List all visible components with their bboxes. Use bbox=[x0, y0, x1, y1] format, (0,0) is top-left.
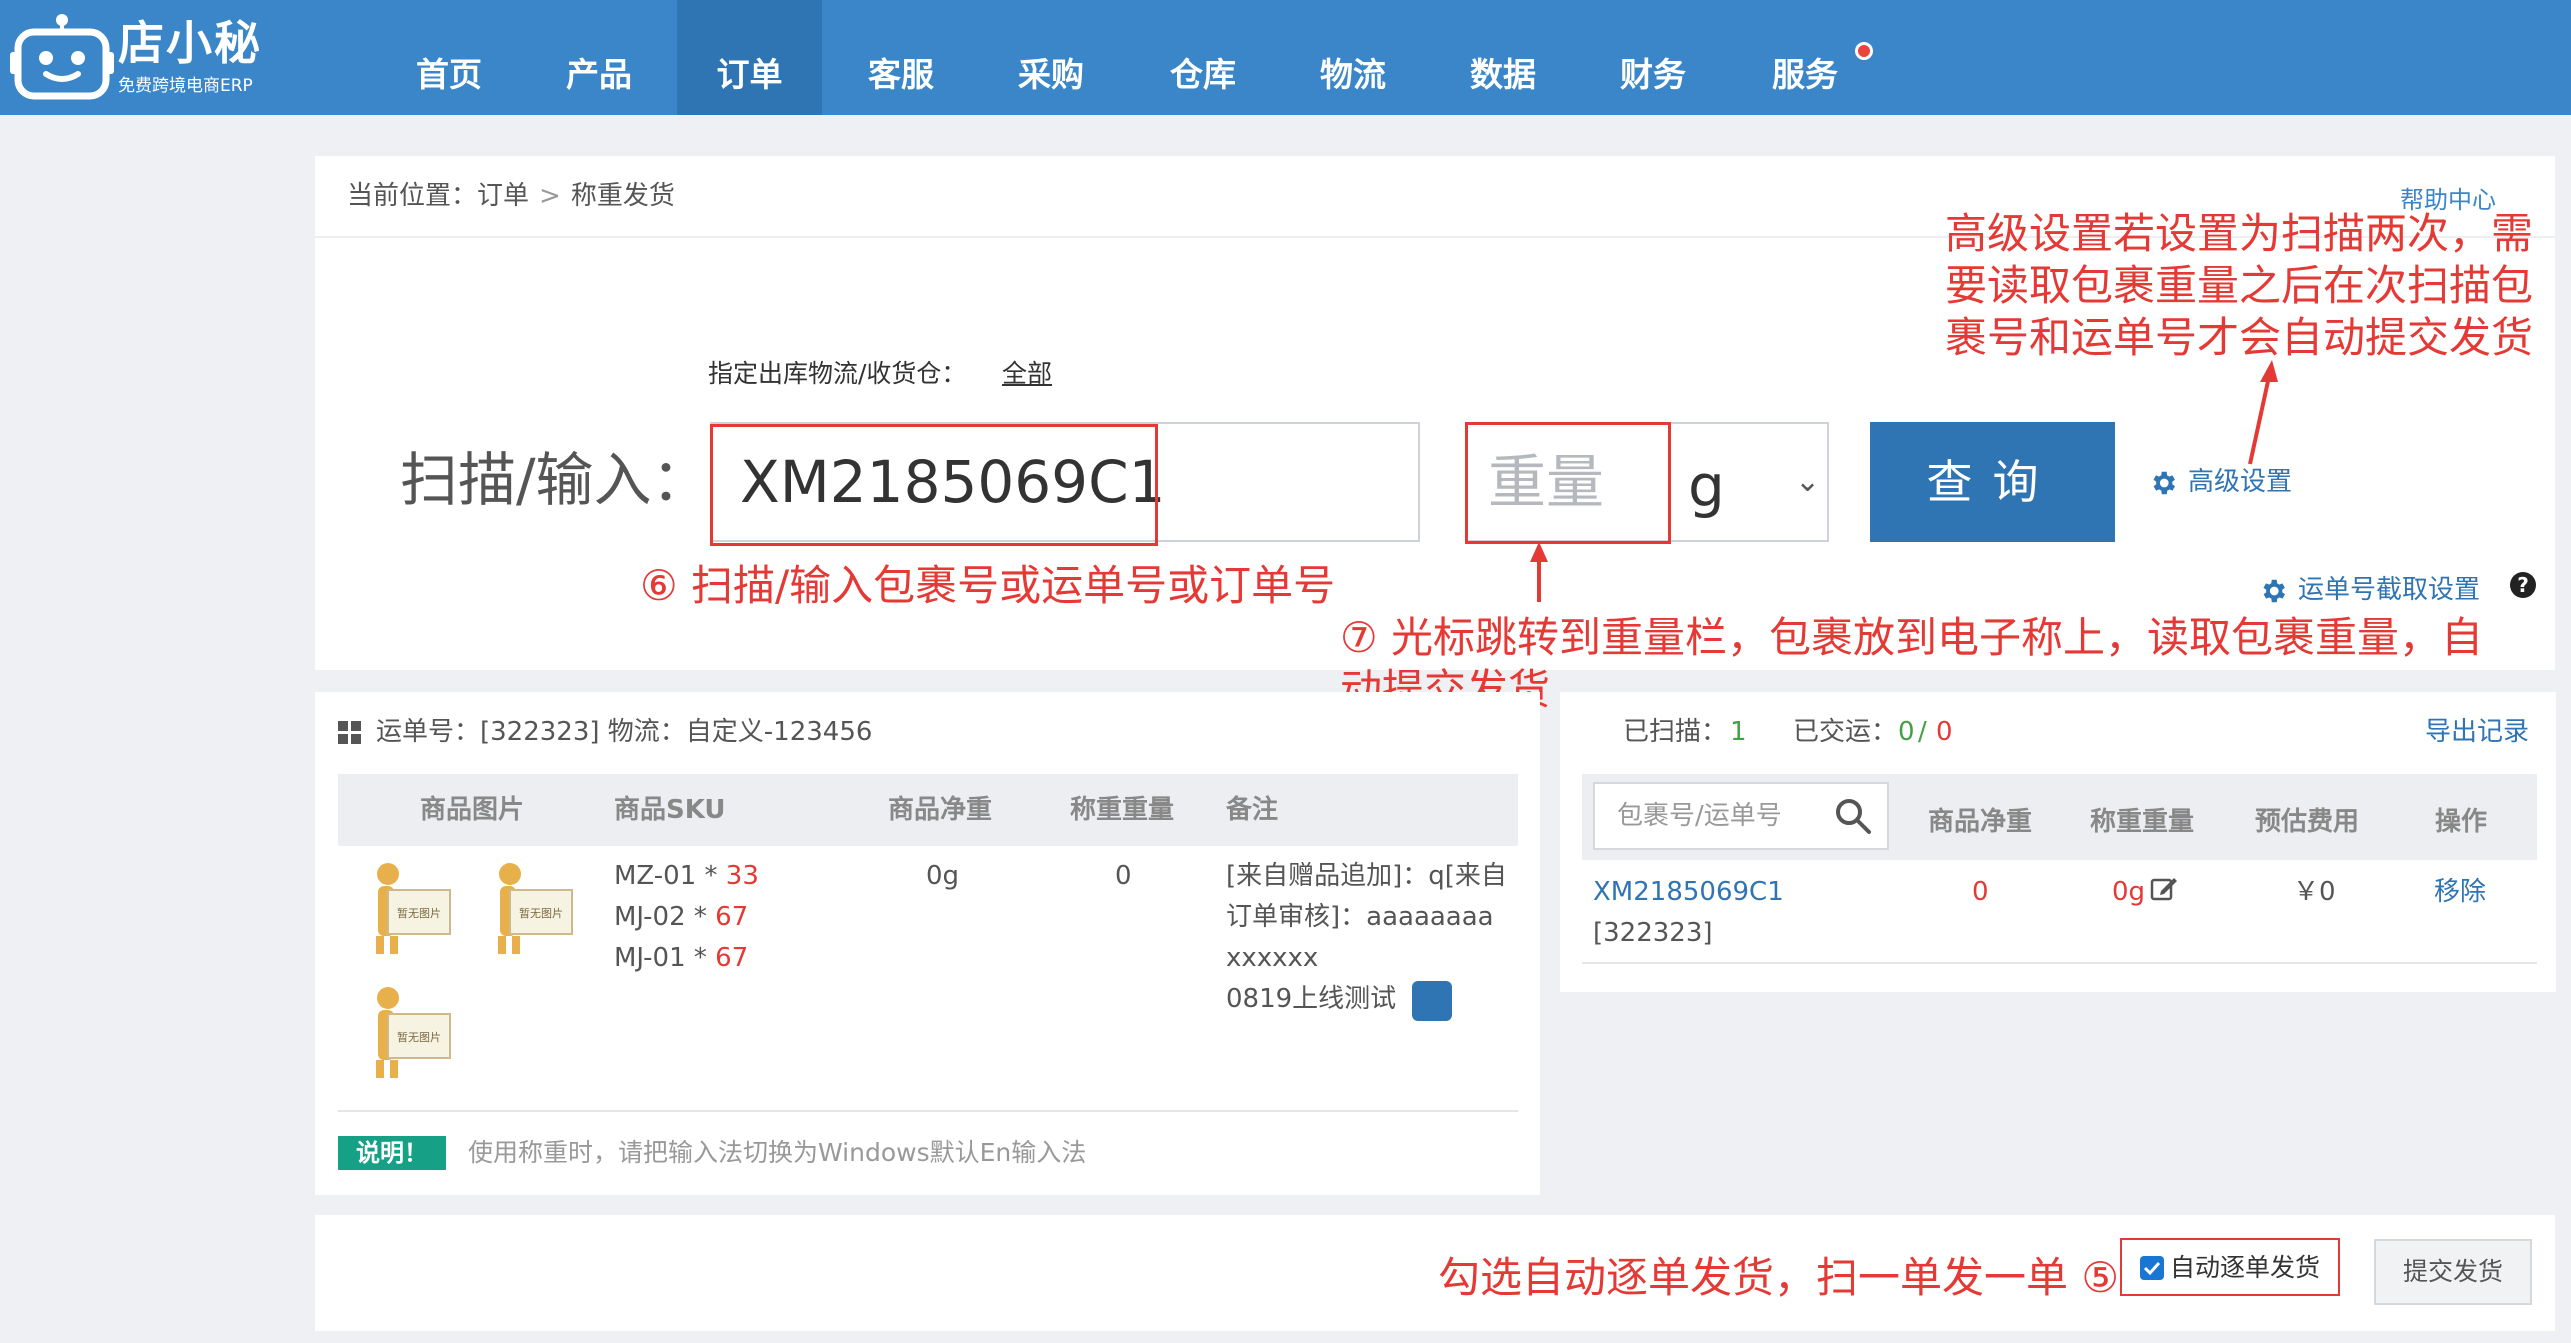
robot-logo-icon[interactable] bbox=[10, 12, 115, 100]
nav-item-warehouse[interactable]: 仓库 bbox=[1128, 0, 1278, 115]
order-net-weight: 0g bbox=[926, 861, 960, 891]
waybill-cut-settings-link[interactable]: 运单号截取设置 bbox=[2258, 570, 2480, 610]
notification-dot bbox=[1855, 42, 1873, 60]
scanned-estimated-fee: ￥0 bbox=[2293, 877, 2336, 907]
checkbox-checked-icon[interactable] bbox=[2140, 1256, 2164, 1280]
weight-unit-select[interactable]: g bbox=[1688, 450, 1725, 522]
arrow-up-icon bbox=[2248, 360, 2278, 465]
column-product-image: 商品图片 bbox=[420, 795, 525, 825]
sku-line: MJ-01 * 67 bbox=[614, 943, 749, 973]
column-estimated-fee: 预估费用 bbox=[2255, 807, 2360, 837]
sku-code: MJ-01 bbox=[614, 943, 686, 973]
breadcrumb-orders[interactable]: 订单 bbox=[477, 181, 529, 211]
nav-item-orders[interactable]: 订单 bbox=[677, 0, 822, 115]
column-weighed-weight: 称重重量 bbox=[2090, 807, 2195, 837]
edit-icon[interactable] bbox=[2150, 874, 2178, 902]
grid-icon bbox=[338, 720, 361, 744]
advanced-settings-label[interactable]: 高级设置 bbox=[2188, 467, 2292, 497]
scan-input-highlight bbox=[710, 424, 1158, 546]
annotation-step-6: ⑥ 扫描/输入包裹号或运单号或订单号 bbox=[640, 561, 1336, 610]
nav-item-customer-service[interactable]: 客服 bbox=[826, 0, 976, 115]
nav-item-home[interactable]: 首页 bbox=[374, 0, 524, 115]
export-records-link[interactable]: 导出记录 bbox=[2425, 712, 2529, 752]
column-weighed-weight: 称重重量 bbox=[1070, 795, 1175, 825]
shipped-label: 已交运： bbox=[1793, 717, 1898, 747]
warehouse-filter-link[interactable]: 全部 bbox=[1002, 354, 1052, 390]
auto-ship-label[interactable]: 自动逐单发货 bbox=[2170, 1250, 2320, 1286]
breadcrumb: 当前位置：订单 > 称重发货 bbox=[347, 180, 675, 212]
chevron-down-icon[interactable]: ⌄ bbox=[1795, 464, 1820, 499]
sku-quantity: 67 bbox=[715, 902, 749, 932]
submit-shipment-button[interactable]: 提交发货 bbox=[2374, 1239, 2532, 1305]
arrow-up-icon bbox=[1530, 542, 1548, 602]
scanned-label: 已扫描： bbox=[1623, 717, 1728, 747]
shipped-count: 0 bbox=[1898, 717, 1915, 747]
order-table-header: 商品图片 商品SKU 商品净重 称重重量 备注 bbox=[338, 774, 1518, 846]
placeholder-text: 暂无图片 bbox=[397, 1031, 441, 1044]
order-divider bbox=[338, 1110, 1518, 1112]
scanned-waybill: [322323] bbox=[1593, 918, 1713, 948]
sku-line: MZ-01 * 33 bbox=[614, 861, 759, 891]
order-remark: [来自赠品追加]：q[来自 订单审核]：aaaaaaaa xxxxxx 0819… bbox=[1226, 856, 1507, 1020]
brand-name[interactable]: 店小秘 bbox=[118, 18, 262, 68]
question-mark-icon[interactable]: ? bbox=[2510, 572, 2536, 598]
sku-line: MJ-02 * 67 bbox=[614, 902, 749, 932]
column-action: 操作 bbox=[2435, 807, 2488, 837]
weight-input-highlight bbox=[1465, 422, 1671, 544]
breadcrumb-separator: > bbox=[539, 181, 561, 211]
placeholder-text: 暂无图片 bbox=[397, 907, 441, 920]
annotation-step-5: 勾选自动逐单发货，扫一单发一单 ⑤ bbox=[1438, 1253, 2120, 1302]
scanned-package-link[interactable]: XM2185069C1 bbox=[1593, 872, 1784, 912]
nav-item-products[interactable]: 产品 bbox=[524, 0, 674, 115]
order-weighed-weight: 0 bbox=[1115, 861, 1132, 891]
waybill-cut-settings-label[interactable]: 运单号截取设置 bbox=[2298, 575, 2480, 605]
remark-line: 订单审核]：aaaaaaaa bbox=[1226, 902, 1494, 932]
query-button[interactable]: 查询 bbox=[1870, 422, 2115, 542]
sku-code: MJ-02 bbox=[614, 902, 686, 932]
column-net-weight: 商品净重 bbox=[1928, 807, 2033, 837]
remove-link[interactable]: 移除 bbox=[2434, 872, 2486, 912]
scanned-net-weight: 0 bbox=[1972, 877, 1989, 907]
package-search-placeholder[interactable]: 包裹号/运单号 bbox=[1617, 798, 1782, 834]
gear-icon bbox=[2153, 471, 2175, 494]
brand-tagline: 免费跨境电商ERP bbox=[118, 76, 253, 96]
product-image-placeholder: 暂无图片 bbox=[498, 863, 573, 954]
nav-item-finance[interactable]: 财务 bbox=[1578, 0, 1728, 115]
note-badge: 说明！ bbox=[338, 1136, 446, 1170]
nav-item-purchasing[interactable]: 采购 bbox=[976, 0, 1126, 115]
breadcrumb-prefix: 当前位置： bbox=[347, 181, 478, 211]
sku-code: MZ-01 bbox=[614, 861, 697, 891]
search-icon[interactable] bbox=[1833, 796, 1873, 836]
gear-icon bbox=[2263, 579, 2285, 602]
scanned-weighed-weight: 0g bbox=[2112, 877, 2146, 907]
remark-line: 0819上线测试 bbox=[1226, 984, 1397, 1014]
shipped-separator: / bbox=[1918, 717, 1927, 747]
nav-item-logistics[interactable]: 物流 bbox=[1278, 0, 1428, 115]
column-net-weight: 商品净重 bbox=[888, 795, 993, 825]
product-image-placeholder: 暂无图片 bbox=[376, 863, 451, 954]
column-product-sku: 商品SKU bbox=[614, 795, 726, 825]
placeholder-text: 暂无图片 bbox=[519, 907, 563, 920]
note-text: 使用称重时，请把输入法切换为Windows默认En输入法 bbox=[468, 1138, 1087, 1167]
sku-list: MZ-01 * 33 MJ-02 * 67 MJ-01 * 67 bbox=[614, 856, 759, 979]
product-image-placeholder: 暂无图片 bbox=[376, 987, 451, 1078]
sku-quantity: 33 bbox=[725, 861, 759, 891]
column-remark: 备注 bbox=[1226, 795, 1279, 825]
scan-input-label: 扫描/输入： bbox=[400, 446, 710, 514]
shipped-total: 0 bbox=[1936, 717, 1953, 747]
order-waybill-info: 运单号：[322323] 物流：自定义-123456 bbox=[376, 717, 873, 747]
order-header: 运单号：[322323] 物流：自定义-123456 bbox=[338, 712, 872, 752]
breadcrumb-current: 称重发货 bbox=[570, 181, 675, 211]
remark-tag[interactable] bbox=[1412, 981, 1452, 1021]
warehouse-filter-label: 指定出库物流/收货仓： bbox=[708, 359, 967, 388]
annotation-advanced-settings: 高级设置若设置为扫描两次，需要读取包裹重量之后在次扫描包裹号和运单号才会自动提交… bbox=[1945, 209, 2534, 362]
remark-line: xxxxxx bbox=[1226, 943, 1319, 973]
scanned-count: 1 bbox=[1730, 717, 1747, 747]
nav-item-data[interactable]: 数据 bbox=[1428, 0, 1578, 115]
sku-quantity: 67 bbox=[715, 943, 749, 973]
remark-line: [来自赠品追加]：q[来自 bbox=[1226, 861, 1507, 891]
scanned-row-divider bbox=[1582, 962, 2537, 964]
